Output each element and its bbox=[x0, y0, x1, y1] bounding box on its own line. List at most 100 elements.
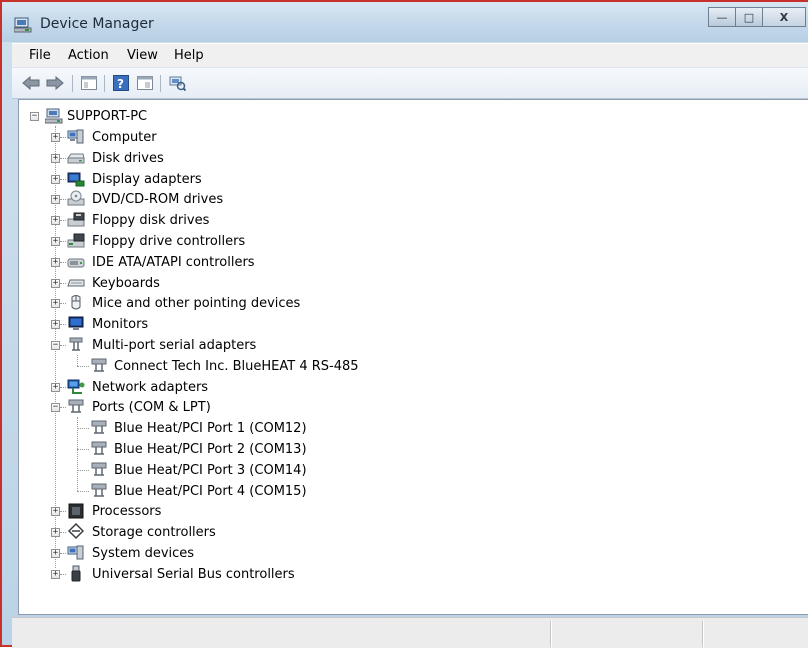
tree-category-label: Disk drives bbox=[92, 150, 164, 166]
expand-toggle[interactable]: + bbox=[51, 320, 60, 329]
tree-category-node[interactable]: IDE ATA/ATAPI controllers bbox=[92, 252, 255, 272]
tree-device-node[interactable]: Blue Heat/PCI Port 3 (COM14) bbox=[114, 460, 307, 480]
com-port-icon bbox=[91, 483, 107, 497]
tree-category-label: IDE ATA/ATAPI controllers bbox=[92, 254, 255, 270]
tree-connector bbox=[60, 303, 66, 304]
expand-toggle[interactable]: − bbox=[51, 403, 60, 412]
toolbar-separator bbox=[104, 75, 105, 92]
expand-toggle[interactable]: + bbox=[51, 570, 60, 579]
tree-connector bbox=[77, 449, 89, 450]
system-devices-icon bbox=[67, 545, 84, 560]
device-tree[interactable]: − SUPPORT-PC + Computer + Disk drives + Displ… bbox=[18, 99, 808, 615]
disk-drive-icon bbox=[67, 153, 85, 164]
tree-device-label: Connect Tech Inc. BlueHEAT 4 RS-485 bbox=[114, 358, 359, 374]
tree-connector bbox=[60, 241, 66, 242]
expand-toggle[interactable]: + bbox=[51, 133, 60, 142]
tree-connector bbox=[60, 553, 66, 554]
tree-category-label: Floppy drive controllers bbox=[92, 233, 246, 249]
properties-button[interactable] bbox=[134, 73, 156, 93]
tree-connector bbox=[77, 355, 78, 366]
tree-category-node[interactable]: Floppy disk drives bbox=[92, 210, 209, 230]
expand-toggle[interactable]: + bbox=[51, 195, 60, 204]
menu-help[interactable]: Help bbox=[174, 48, 204, 63]
tree-category-node[interactable]: Mice and other pointing devices bbox=[92, 293, 300, 313]
tree-category-node[interactable]: Floppy drive controllers bbox=[92, 231, 245, 251]
status-bar-separator bbox=[550, 621, 552, 647]
tree-device-node[interactable]: Blue Heat/PCI Port 4 (COM15) bbox=[114, 481, 307, 501]
computer-icon bbox=[67, 129, 84, 144]
tree-category-label: Display adapters bbox=[92, 171, 202, 187]
tree-connector bbox=[60, 511, 66, 512]
menu-view[interactable]: View bbox=[127, 48, 158, 63]
forward-button[interactable] bbox=[44, 73, 66, 93]
tree-category-node[interactable]: Display adapters bbox=[92, 169, 202, 189]
tree-device-node[interactable]: Connect Tech Inc. BlueHEAT 4 RS-485 bbox=[114, 356, 359, 376]
port-icon bbox=[68, 399, 84, 413]
tree-category-node[interactable]: Ports (COM & LPT) bbox=[92, 397, 211, 417]
status-bar bbox=[12, 617, 808, 648]
tree-category-node[interactable]: System devices bbox=[92, 543, 194, 563]
tree-root-label: SUPPORT-PC bbox=[67, 108, 148, 124]
serial-adapter-icon bbox=[69, 337, 83, 351]
expand-toggle[interactable]: + bbox=[51, 216, 60, 225]
root-collapse-toggle[interactable]: − bbox=[30, 112, 39, 121]
expand-toggle[interactable]: + bbox=[51, 154, 60, 163]
title-bar[interactable]: Device Manager — □ X bbox=[2, 2, 808, 42]
menu-file[interactable]: File bbox=[29, 48, 51, 63]
expand-toggle[interactable]: + bbox=[51, 175, 60, 184]
storage-controller-icon bbox=[67, 523, 85, 540]
tree-category-node[interactable]: Computer bbox=[92, 127, 157, 147]
menu-action[interactable]: Action bbox=[68, 48, 109, 63]
monitor-icon bbox=[68, 316, 84, 330]
help-icon: ? bbox=[113, 75, 129, 91]
expand-toggle[interactable]: + bbox=[51, 549, 60, 558]
expand-toggle[interactable]: + bbox=[51, 279, 60, 288]
show-hide-tree-button[interactable] bbox=[78, 73, 100, 93]
minimize-button[interactable]: — bbox=[708, 7, 736, 27]
help-button[interactable]: ? bbox=[110, 73, 132, 93]
close-button[interactable]: X bbox=[762, 7, 806, 27]
expand-toggle[interactable]: + bbox=[51, 237, 60, 246]
status-bar-separator bbox=[702, 621, 704, 647]
show-hide-tree-icon bbox=[81, 76, 97, 90]
tree-connector bbox=[60, 574, 66, 575]
tree-connector bbox=[60, 532, 66, 533]
tree-connector bbox=[60, 345, 66, 346]
tree-category-node[interactable]: Universal Serial Bus controllers bbox=[92, 564, 295, 584]
tree-category-node[interactable]: Multi-port serial adapters bbox=[92, 335, 256, 355]
tree-device-node[interactable]: Blue Heat/PCI Port 2 (COM13) bbox=[114, 439, 307, 459]
tree-category-node[interactable]: Monitors bbox=[92, 314, 148, 334]
tree-device-node[interactable]: Blue Heat/PCI Port 1 (COM12) bbox=[114, 418, 307, 438]
expand-toggle[interactable]: + bbox=[51, 299, 60, 308]
tree-device-label: Blue Heat/PCI Port 2 (COM13) bbox=[114, 441, 307, 457]
expand-toggle[interactable]: + bbox=[51, 258, 60, 267]
tree-category-label: Monitors bbox=[92, 316, 149, 332]
expand-toggle[interactable]: + bbox=[51, 383, 60, 392]
tree-connector bbox=[60, 324, 66, 325]
tree-root-node[interactable]: SUPPORT-PC bbox=[67, 106, 147, 126]
maximize-icon: □ bbox=[743, 10, 755, 24]
floppy-controller-icon bbox=[67, 233, 85, 248]
scan-hardware-icon bbox=[169, 76, 186, 91]
expand-toggle[interactable]: + bbox=[51, 528, 60, 537]
mouse-icon bbox=[71, 295, 81, 310]
tree-connector bbox=[77, 428, 89, 429]
back-button[interactable] bbox=[20, 73, 42, 93]
tree-category-node[interactable]: DVD/CD-ROM drives bbox=[92, 189, 223, 209]
device-manager-app-icon bbox=[14, 17, 32, 33]
expand-toggle[interactable]: + bbox=[51, 507, 60, 516]
tree-connector bbox=[60, 220, 66, 221]
tree-connector bbox=[60, 407, 66, 408]
tree-category-node[interactable]: Disk drives bbox=[92, 148, 164, 168]
tree-category-node[interactable]: Network adapters bbox=[92, 377, 208, 397]
display-adapter-icon bbox=[67, 172, 85, 187]
tree-category-node[interactable]: Storage controllers bbox=[92, 522, 216, 542]
expand-toggle[interactable]: − bbox=[51, 341, 60, 350]
scan-hardware-button[interactable] bbox=[166, 73, 188, 93]
tree-connector bbox=[77, 366, 89, 367]
tree-category-node[interactable]: Keyboards bbox=[92, 273, 160, 293]
tree-category-label: Processors bbox=[92, 503, 162, 519]
maximize-button[interactable]: □ bbox=[735, 7, 763, 27]
tree-category-node[interactable]: Processors bbox=[92, 501, 161, 521]
tree-category-label: Universal Serial Bus controllers bbox=[92, 566, 295, 582]
